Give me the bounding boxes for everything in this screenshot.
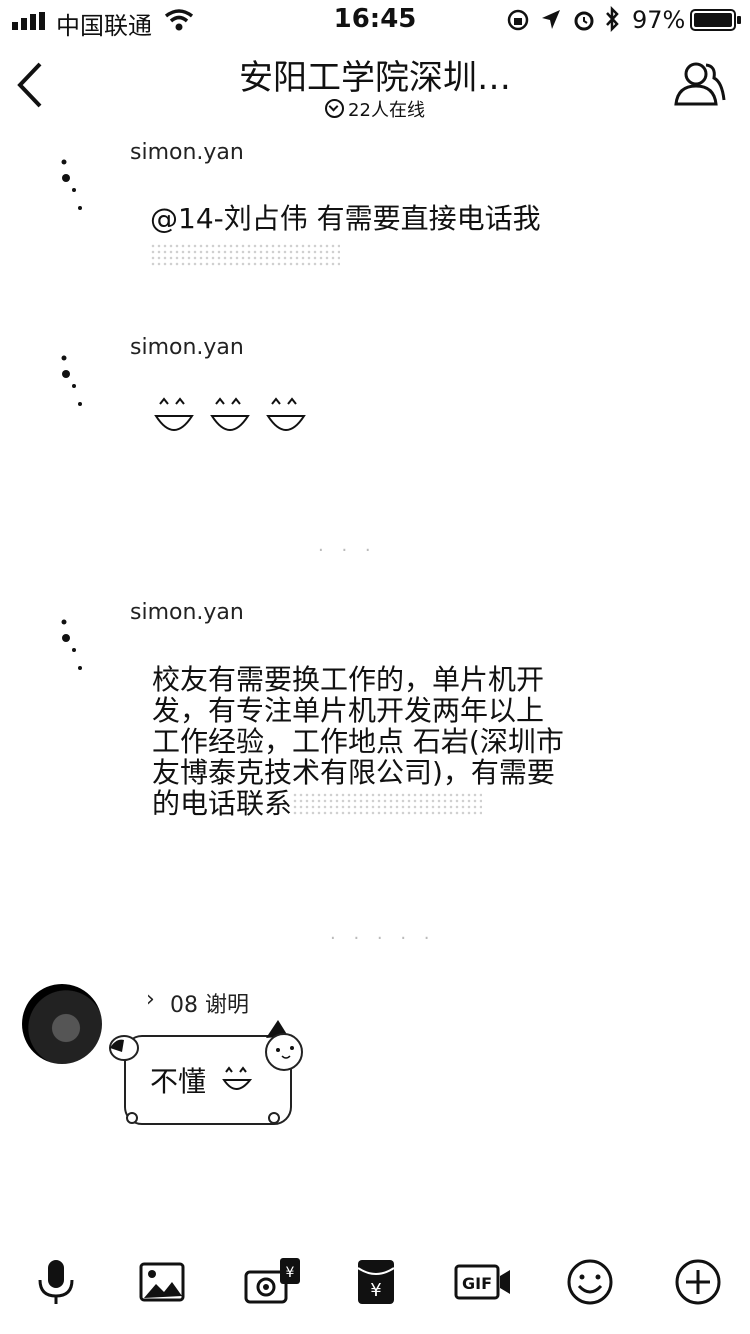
emoji-message[interactable] — [152, 392, 322, 440]
avatar[interactable] — [22, 984, 102, 1064]
image-icon[interactable] — [138, 1258, 186, 1306]
chevron-down-icon — [325, 99, 345, 118]
message-line: 友博泰克技术有限公司)，有需要 — [152, 756, 555, 789]
online-count[interactable]: 22人在线 — [300, 96, 450, 122]
redacted-phone — [292, 792, 483, 816]
group-members-icon[interactable] — [674, 60, 726, 108]
group-title: 安阳工学院深圳… — [239, 58, 511, 98]
svg-text:¥: ¥ — [286, 1265, 295, 1281]
battery-percent: 97% — [632, 6, 686, 34]
back-icon[interactable] — [14, 62, 44, 108]
orientation-lock-icon — [507, 9, 529, 31]
message-text: 不懂 — [150, 1065, 207, 1098]
sender-name: 08 谢明 — [170, 993, 249, 1018]
plus-icon[interactable] — [674, 1258, 722, 1306]
message-line: 发，有专注单片机开发两年以上 — [152, 694, 545, 727]
grin-emoji-icon — [154, 397, 306, 431]
avatar-placeholder[interactable] — [56, 152, 96, 212]
avatar-placeholder[interactable] — [56, 348, 96, 408]
redacted-phone — [150, 243, 340, 267]
cat-bubble-decoration-icon — [109, 1020, 303, 1124]
blurred-time-divider: · · · — [318, 540, 377, 561]
camera-red-packet-icon[interactable]: ¥ — [244, 1258, 304, 1306]
gif-icon[interactable]: GIF — [454, 1258, 512, 1306]
svg-text:GIF: GIF — [462, 1274, 492, 1293]
avatar-dots-icon — [61, 355, 82, 406]
red-packet-icon[interactable]: ¥ — [352, 1258, 400, 1306]
message-text[interactable]: 校友有需要换工作的，单片机开 发，有专注单片机开发两年以上 工作经验，工作地点 … — [152, 664, 612, 819]
message-line-text: 的电话联系 — [152, 787, 293, 820]
status-bar: 中国联通 16:45 97% — [0, 0, 750, 40]
battery-icon — [690, 9, 741, 31]
emoji-icon[interactable] — [566, 1258, 614, 1306]
sender-name: simon.yan — [130, 600, 244, 625]
message-text[interactable]: @14-刘占伟 有需要直接电话我 — [150, 203, 541, 234]
microphone-icon[interactable] — [32, 1258, 80, 1306]
online-count-label: 22人在线 — [348, 100, 425, 121]
avatar-dots-icon — [61, 619, 82, 670]
grin-emoji-icon — [222, 1066, 253, 1090]
bluetooth-icon — [606, 6, 619, 32]
sender-name: simon.yan — [130, 335, 244, 360]
sender-name: simon.yan — [130, 140, 244, 165]
message-line: 工作经验，工作地点 石岩(深圳市 — [152, 725, 564, 758]
alarm-icon — [574, 11, 594, 31]
sender-level-icon: › — [146, 987, 155, 1012]
svg-text:¥: ¥ — [370, 1280, 381, 1301]
avatar-dots-icon — [61, 159, 82, 210]
message-line: 校友有需要换工作的，单片机开 — [152, 663, 545, 696]
message-line: 的电话联系 — [152, 788, 612, 819]
location-icon — [542, 10, 560, 29]
blurred-time-divider: · · · · · — [330, 928, 436, 949]
avatar-placeholder[interactable] — [56, 612, 96, 672]
